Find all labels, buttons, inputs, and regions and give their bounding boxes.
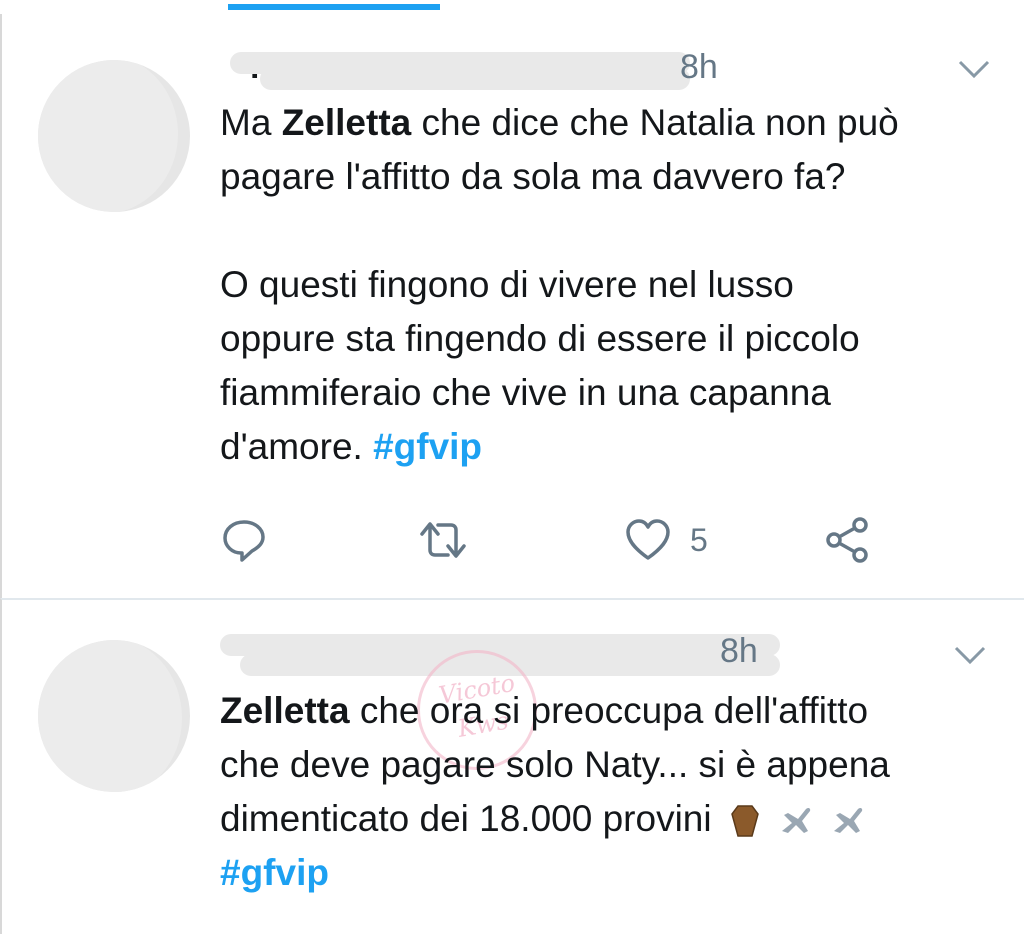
chevron-down-icon[interactable] — [954, 54, 994, 82]
hashtag-link[interactable]: #gfvip — [373, 426, 482, 467]
tweet-text: Zelletta che ora si preoccupa dell'affit… — [220, 684, 1000, 900]
mention-text: Zelletta — [220, 690, 350, 731]
text-segment: che deve pagare solo Naty... si è appena — [220, 744, 890, 785]
text-segment: fiammiferaio che vive in una capanna — [220, 372, 831, 413]
tab-bar — [0, 0, 1024, 14]
tweet-timestamp: 8h — [720, 632, 758, 670]
text-segment: che dice che Natalia non può — [411, 102, 899, 143]
tweet-line: pagare l'affitto da sola ma davvero fa? — [220, 150, 1000, 204]
tweet-timestamp: 8h — [680, 48, 718, 86]
tweet-line: oppure sta fingendo di essere il piccolo — [220, 312, 1000, 366]
text-segment: O questi fingono di vivere nel lusso — [220, 264, 794, 305]
text-segment: pagare l'affitto da sola ma davvero fa? — [220, 156, 846, 197]
retweet-icon — [420, 522, 466, 558]
tweet-line: fiammiferaio che vive in una capanna — [220, 366, 1000, 420]
hashtag-link[interactable]: #gfvip — [220, 852, 329, 893]
tweet-line: dimenticato dei 18.000 provini — [220, 792, 1000, 846]
name-redaction-scribble — [220, 42, 690, 90]
airplane-icon — [834, 808, 863, 834]
share-button[interactable] — [822, 512, 872, 568]
tweet-card[interactable]: TO 8h Vicoto Kws Zelletta che ora si pre… — [0, 598, 1024, 934]
chevron-down-icon[interactable] — [950, 640, 990, 668]
tweet-line: Ma Zelletta che dice che Natalia non può — [220, 96, 1000, 150]
reply-button[interactable] — [220, 512, 268, 568]
airplane-icon — [782, 808, 811, 834]
avatar-scribble — [38, 60, 178, 212]
tweet-line: d'amore. #gfvip — [220, 420, 1000, 474]
avatar-scribble — [38, 640, 182, 792]
tweet-header: rnia 8h — [220, 42, 984, 102]
reply-icon — [223, 520, 265, 562]
tweet-text: Ma Zelletta che dice che Natalia non può… — [220, 96, 1000, 474]
retweet-button[interactable] — [416, 512, 470, 568]
tweet-line: Zelletta che ora si preoccupa dell'affit… — [220, 684, 1000, 738]
tweet-card[interactable]: rnia 8h Ma Zelletta che dice che Natalia… — [0, 14, 1024, 598]
coffin-icon — [731, 805, 759, 837]
tweet-actions: 5 — [220, 512, 900, 568]
like-count: 5 — [690, 521, 708, 558]
avatar[interactable] — [38, 640, 190, 792]
active-tab-indicator — [228, 4, 440, 10]
text-segment: Ma — [220, 102, 282, 143]
tweet-line: O questi fingono di vivere nel lusso — [220, 258, 1000, 312]
tweet-line: che deve pagare solo Naty... si è appena — [220, 738, 1000, 792]
tweet-header: TO 8h — [220, 626, 984, 686]
avatar[interactable] — [38, 60, 190, 212]
text-segment: oppure sta fingendo di essere il piccolo — [220, 318, 860, 359]
text-segment: d'amore. — [220, 426, 374, 467]
text-segment: dimenticato dei 18.000 provini — [220, 798, 712, 839]
mention-text: Zelletta — [281, 102, 412, 143]
timeline-screen: rnia 8h Ma Zelletta che dice che Natalia… — [0, 0, 1024, 934]
tweet-line: #gfvip — [220, 846, 1000, 900]
share-icon — [826, 517, 868, 563]
heart-icon — [626, 519, 670, 560]
like-button[interactable]: 5 — [624, 512, 708, 568]
text-segment: che ora si preoccupa dell'affitto — [349, 690, 869, 731]
